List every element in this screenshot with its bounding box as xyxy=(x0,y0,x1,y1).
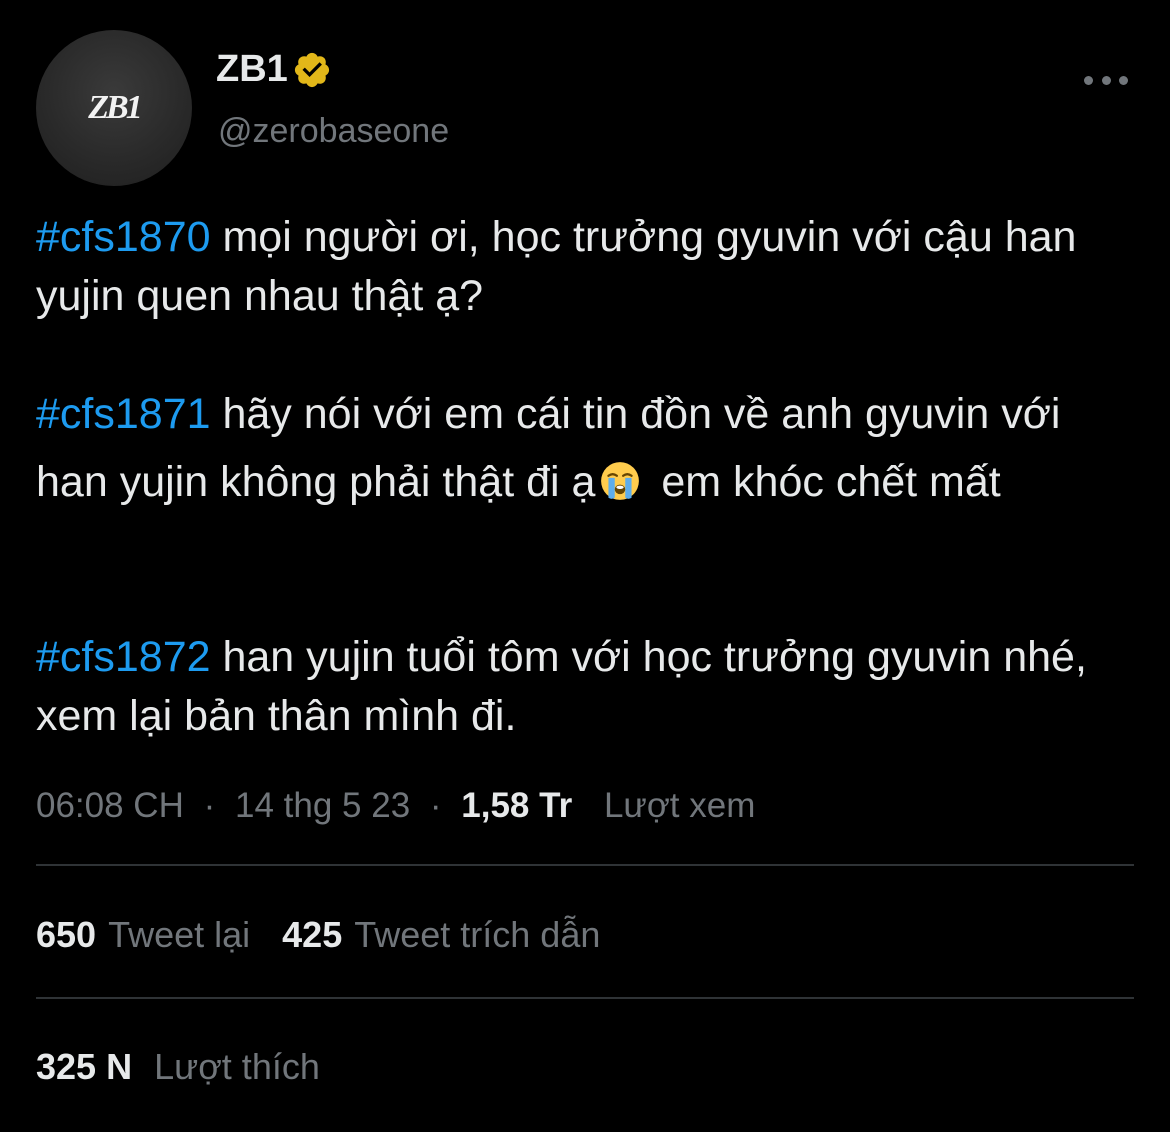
quotes-count: 425 xyxy=(282,914,343,955)
loudly-crying-face-icon xyxy=(599,454,641,500)
display-name[interactable]: ZB1 xyxy=(216,48,288,91)
tweet-detail: ZB1 ZB1 @zerobaseone #cfs1870 mọi người … xyxy=(0,0,1170,1132)
author-name-row: ZB1 xyxy=(216,48,332,91)
engagement-stats: 650 Tweet lại 425 Tweet trích dẫn xyxy=(36,914,632,956)
views-label: Lượt xem xyxy=(603,786,756,825)
tweet-paragraph: #cfs1872 han yujin tuổi tôm với học trưở… xyxy=(36,628,1136,746)
retweets-count: 650 xyxy=(36,914,97,955)
divider xyxy=(36,864,1134,866)
tweet-meta: 06:08 CH · 14 thg 5 23 · 1,58 Tr Lượt xe… xyxy=(36,786,755,826)
meta-separator: · xyxy=(203,786,216,825)
hashtag-link[interactable]: #cfs1871 xyxy=(36,390,211,438)
verified-badge-icon xyxy=(292,50,332,90)
retweets-label: Tweet lại xyxy=(108,914,251,955)
quotes-stat[interactable]: 425 Tweet trích dẫn xyxy=(282,914,600,955)
tweet-date[interactable]: 14 thg 5 23 xyxy=(235,786,410,825)
meta-separator: · xyxy=(429,786,442,825)
quotes-label: Tweet trích dẫn xyxy=(354,914,601,955)
more-dot-icon xyxy=(1084,75,1093,85)
avatar[interactable]: ZB1 xyxy=(36,30,192,186)
paragraph-text: em khóc chết mất xyxy=(649,458,1001,506)
tweet-time[interactable]: 06:08 CH xyxy=(36,786,184,825)
more-dot-icon xyxy=(1101,75,1111,85)
more-options-button[interactable] xyxy=(1084,62,1128,98)
divider xyxy=(36,997,1134,999)
author-handle[interactable]: @zerobaseone xyxy=(218,112,449,151)
likes-stat[interactable]: 325 N Lượt thích xyxy=(36,1046,320,1088)
avatar-logo: ZB1 xyxy=(88,89,142,126)
hashtag-link[interactable]: #cfs1872 xyxy=(36,633,211,681)
retweets-stat[interactable]: 650 Tweet lại xyxy=(36,914,250,955)
hashtag-link[interactable]: #cfs1870 xyxy=(36,213,211,261)
tweet-paragraph: #cfs1871 hãy nói với em cái tin đồn về a… xyxy=(36,380,1136,516)
more-dot-icon xyxy=(1119,75,1128,85)
likes-label: Lượt thích xyxy=(154,1046,320,1087)
views-count: 1,58 Tr xyxy=(461,786,573,825)
likes-count: 325 N xyxy=(36,1046,133,1087)
tweet-paragraph: #cfs1870 mọi người ơi, học trưởng gyuvin… xyxy=(36,208,1136,326)
